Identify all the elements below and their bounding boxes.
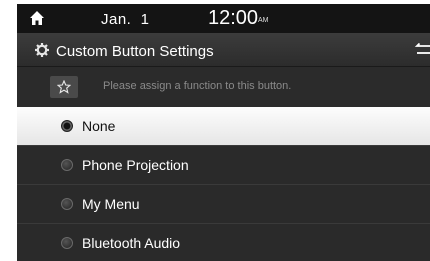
time-display: 12:00 [208,7,259,29]
option-my-menu[interactable]: My Menu [17,184,430,223]
hint-bar: Please assign a function to this button. [17,67,430,107]
am-pm-indicator: AM [258,17,269,24]
status-bar: Jan. 1 12:00 AM [17,4,430,33]
option-none[interactable]: None [17,107,430,145]
radio-button[interactable] [61,237,73,249]
option-label: Bluetooth Audio [82,235,181,251]
infotainment-screen: Jan. 1 12:00 AM Custom Button Settings P… [17,4,430,261]
back-arrow-icon[interactable] [413,43,430,57]
radio-button-selected[interactable] [61,120,73,132]
option-label: Phone Projection [82,157,189,173]
home-icon [30,11,44,25]
gear-icon [35,43,49,57]
favorite-button[interactable] [50,76,78,98]
hint-text: Please assign a function to this button. [103,80,292,92]
option-label: None [82,118,116,134]
option-label: My Menu [82,196,140,212]
page-title: Custom Button Settings [56,43,214,60]
title-bar: Custom Button Settings [17,33,430,67]
star-icon [57,80,71,94]
home-button[interactable] [27,8,47,28]
radio-button[interactable] [61,198,73,210]
date-display: Jan. 1 [101,11,150,28]
option-phone-projection[interactable]: Phone Projection [17,145,430,184]
option-bluetooth-audio[interactable]: Bluetooth Audio [17,223,430,261]
radio-button[interactable] [61,159,73,171]
